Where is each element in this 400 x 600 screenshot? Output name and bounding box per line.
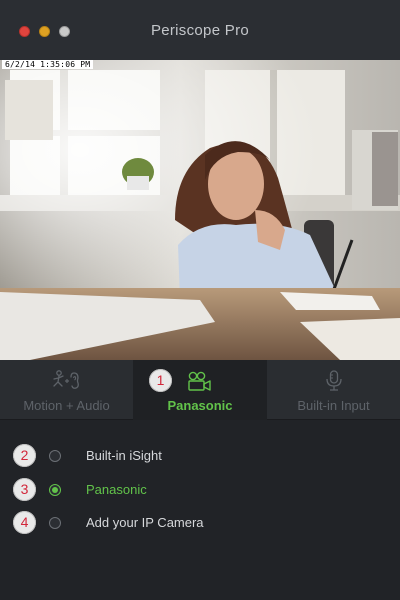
- title-bar[interactable]: Periscope Pro: [0, 0, 400, 60]
- app-window: Periscope Pro 6/2/14 1:35:06 PM Motion +…: [0, 0, 400, 600]
- tab-label: Panasonic: [167, 398, 233, 413]
- callout-badge: 2: [13, 444, 36, 467]
- window-title: Periscope Pro: [150, 22, 250, 39]
- tab-motion-audio[interactable]: Motion + Audio: [0, 360, 133, 420]
- microphone-icon: [324, 370, 344, 395]
- video-source-list: 2 Built-in iSight 3 Panasonic 4 Add your…: [0, 421, 400, 600]
- camera-timestamp: 6/2/14 1:35:06 PM: [2, 60, 94, 69]
- radio-button-selected[interactable]: [49, 484, 61, 496]
- camera-preview: 6/2/14 1:35:06 PM: [0, 60, 400, 360]
- motion-audio-icon: [52, 370, 82, 395]
- radio-button[interactable]: [49, 450, 61, 462]
- callout-badge: 3: [13, 478, 36, 501]
- tab-built-in-input[interactable]: Built-in Input: [267, 360, 400, 420]
- source-option-add-ip-camera[interactable]: 4 Add your IP Camera: [0, 509, 400, 539]
- tab-label: Motion + Audio: [23, 398, 110, 413]
- source-option-built-in-isight[interactable]: 2 Built-in iSight: [0, 442, 400, 472]
- camera-image: [0, 60, 400, 360]
- input-tabs: Motion + Audio Panasonic Built-in Input …: [0, 360, 400, 420]
- source-label: Built-in iSight: [86, 448, 162, 463]
- source-label: Panasonic: [86, 482, 147, 497]
- camera-icon: [187, 370, 213, 395]
- tab-label: Built-in Input: [297, 398, 370, 413]
- radio-button[interactable]: [49, 517, 61, 529]
- callout-badge: 4: [13, 511, 36, 534]
- source-label: Add your IP Camera: [86, 515, 204, 530]
- source-option-panasonic[interactable]: 3 Panasonic: [0, 476, 400, 506]
- callout-badge: 1: [149, 369, 172, 392]
